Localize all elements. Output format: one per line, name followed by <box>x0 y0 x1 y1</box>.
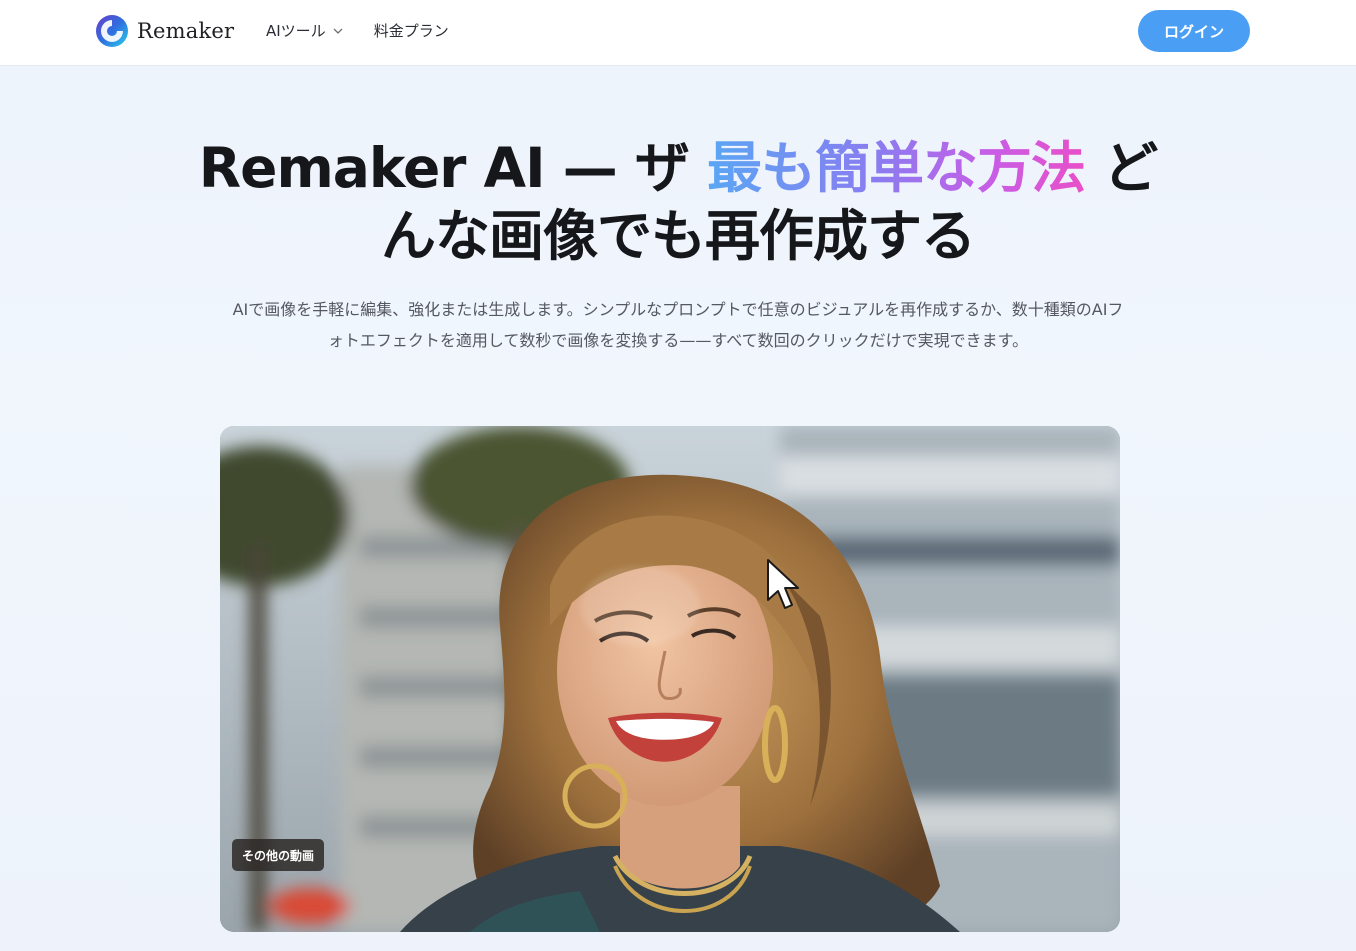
more-videos-button[interactable]: その他の動画 <box>232 839 325 871</box>
nav-ai-tools[interactable]: AIツール <box>266 20 344 41</box>
main-nav: AIツール 料金プラン <box>266 20 449 41</box>
remaker-logo-icon <box>96 15 128 47</box>
hero-description: AIで画像を手軽に編集、強化または生成します。シンプルなプロンプトで任意のビジュ… <box>232 300 1124 350</box>
hero-title-part1: Remaker AI — ザ <box>198 136 708 200</box>
chevron-down-icon <box>333 28 343 34</box>
page: Remaker AIツール 料金プラン ログイン Remaker AI — ザ … <box>0 0 1356 951</box>
login-button[interactable]: ログイン <box>1138 10 1250 52</box>
site-header: Remaker AIツール 料金プラン ログイン <box>0 0 1356 66</box>
nav-ai-tools-label: AIツール <box>266 22 326 40</box>
mouse-cursor-icon <box>767 559 799 609</box>
nav-pricing-label: 料金プラン <box>373 22 449 40</box>
nav-pricing[interactable]: 料金プラン <box>374 20 449 41</box>
video-frame-image <box>220 426 1120 932</box>
logo[interactable]: Remaker <box>95 14 234 48</box>
hero-video[interactable]: その他の動画 <box>220 426 1120 932</box>
hero-title-highlight: 最も簡単な方法 <box>707 136 1086 200</box>
brand-name: Remaker <box>137 19 235 43</box>
hero-title: Remaker AI — ザ 最も簡単な方法 どんな画像でも再作成する <box>180 134 1176 270</box>
